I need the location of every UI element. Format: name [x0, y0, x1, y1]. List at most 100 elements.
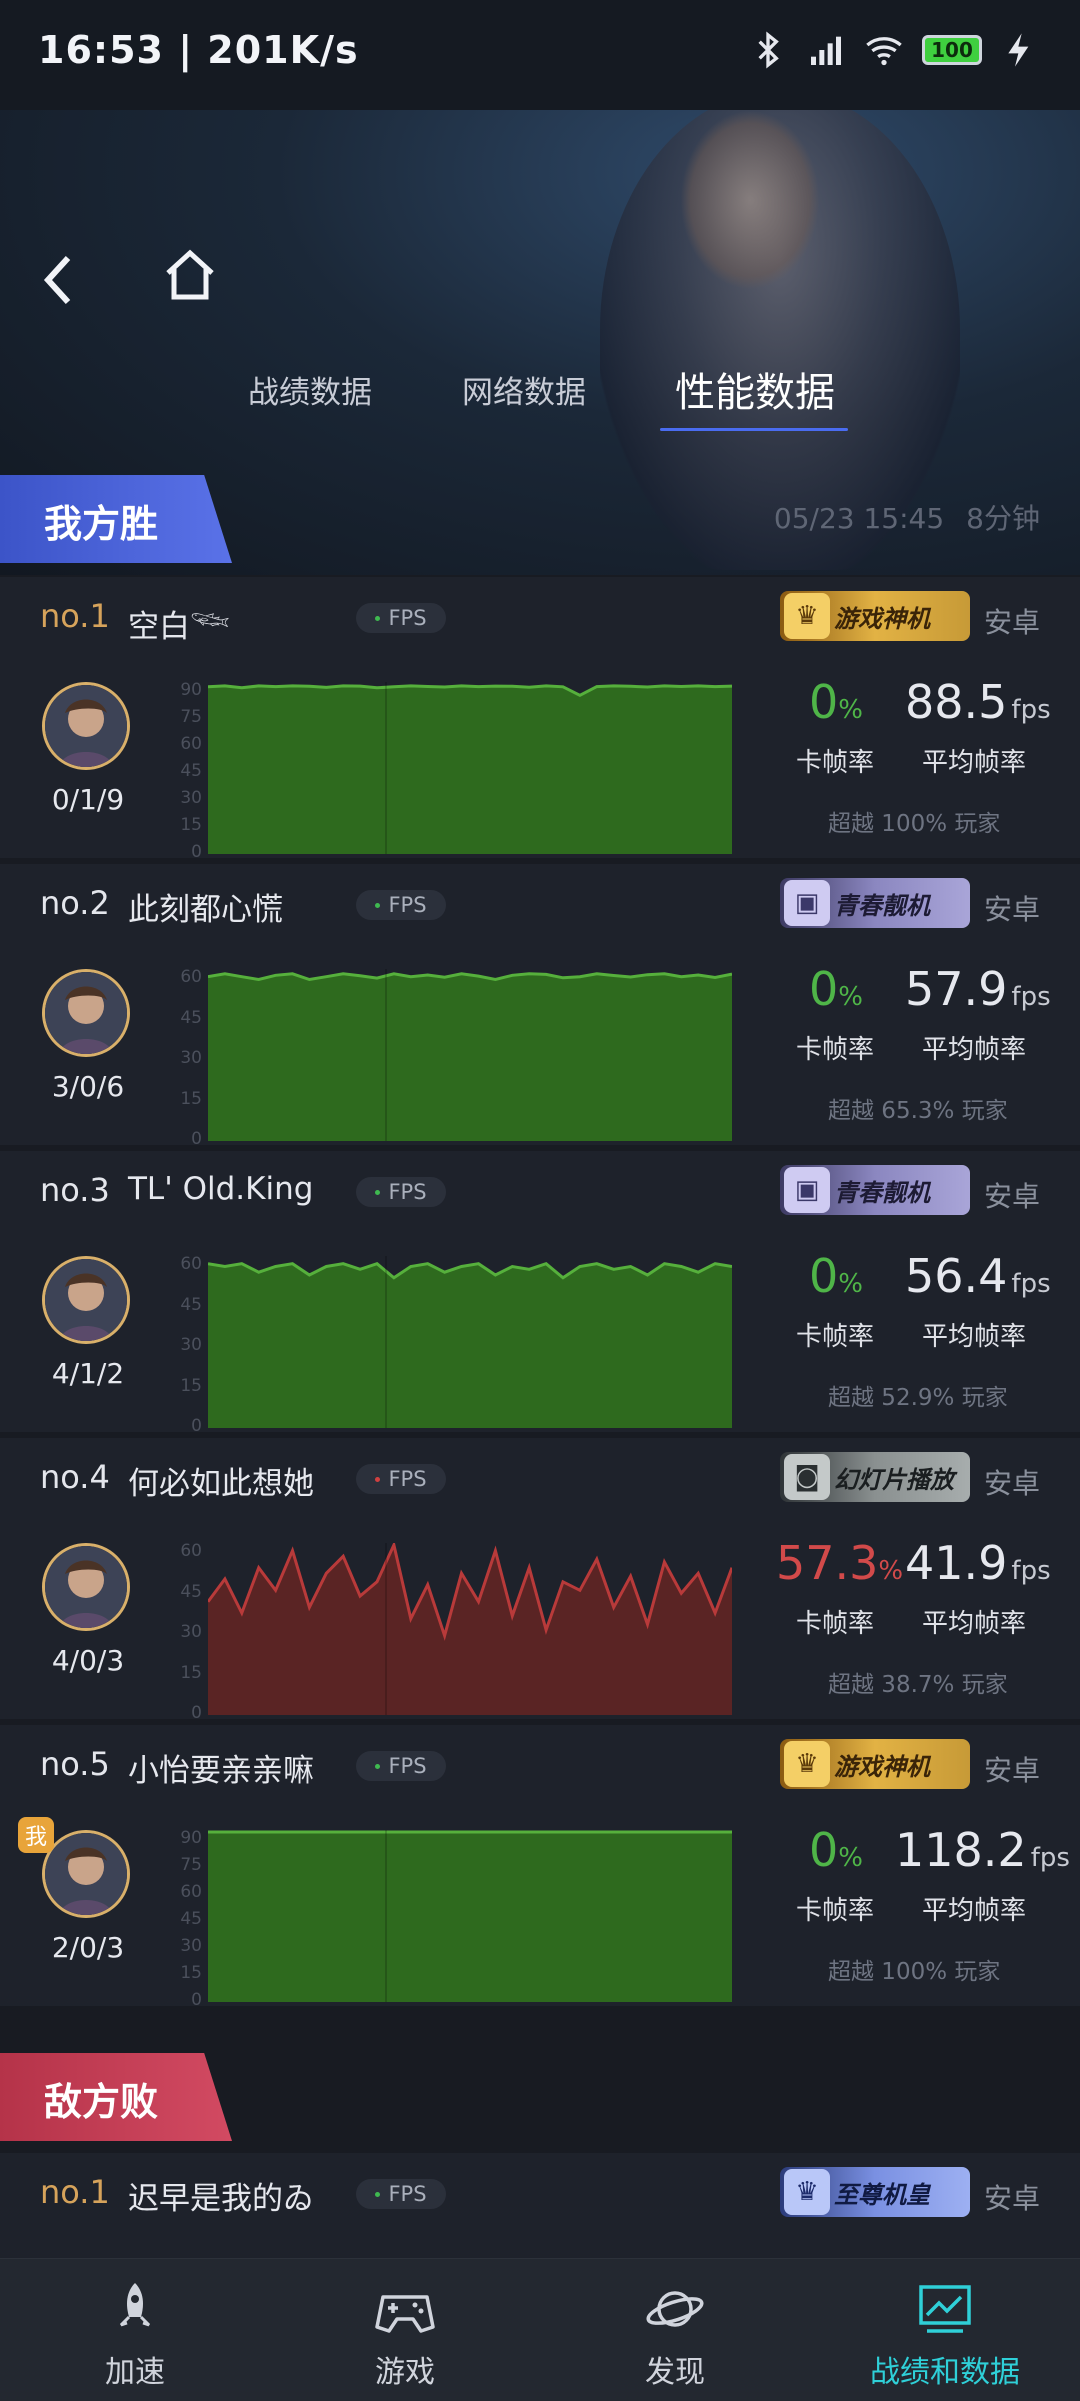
avg-fps-value: 56.4	[905, 1249, 1008, 1303]
y-tick-label: 60	[180, 734, 202, 754]
player-card[interactable]: no.2 此刻都心慌 FPS ▣ 青春靓机 安卓 3/0/6 60 45 30 15 0 …	[0, 864, 1080, 1149]
avatar[interactable]	[42, 1830, 130, 1918]
lose-team-label: 敌方败	[44, 2080, 159, 2124]
nav-discover[interactable]: 发现	[540, 2259, 810, 2401]
wifi-icon	[866, 37, 902, 66]
avg-fps-label: 平均帧率	[922, 748, 1027, 778]
device-badge-label: 游戏神机	[834, 1752, 930, 1781]
player-name: 空白𓆝	[128, 609, 231, 645]
platform-label: 安卓	[983, 893, 1040, 926]
status-icons: 100	[748, 30, 1040, 70]
stutter-label: 卡帧率	[796, 748, 875, 778]
avatar[interactable]	[42, 969, 130, 1057]
y-tick-label: 45	[180, 761, 202, 781]
fps-chart-plot	[208, 1830, 732, 2002]
fps-pill-label: FPS	[388, 606, 427, 630]
y-tick-label: 15	[180, 1663, 202, 1683]
y-tick-label: 30	[180, 788, 202, 808]
fps-chart-plot	[208, 1256, 732, 1428]
fps-area	[208, 685, 732, 854]
fps-chart-plot	[208, 1543, 732, 1715]
y-tick-label: 0	[191, 842, 202, 862]
avg-fps-label: 平均帧率	[922, 1609, 1027, 1639]
y-tick-label: 60	[180, 1541, 202, 1561]
stutter-unit: %	[878, 1556, 904, 1586]
stutter-rate: 57.3%	[776, 1536, 903, 1590]
nav-games[interactable]: 游戏	[270, 2259, 540, 2401]
avatar[interactable]	[42, 1256, 130, 1344]
fps-dot	[375, 615, 381, 621]
avg-fps-unit: fps	[1011, 1556, 1051, 1586]
device-badge: ♛ 至尊机皇	[780, 2167, 970, 2217]
enemy-player-card[interactable]: no.1 迟早是我的ゐ FPS ♛ 至尊机皇 安卓	[0, 2153, 1080, 2258]
avatar[interactable]	[42, 682, 130, 770]
player-card[interactable]: no.3 TL' Old.King FPS ▣ 青春靓机 安卓 4/1/2 60 4…	[0, 1151, 1080, 1436]
beat-percentile: 超越 65.3% 玩家	[828, 1098, 1008, 1124]
back-icon[interactable]	[38, 250, 78, 310]
y-tick-label: 0	[191, 1416, 202, 1436]
avg-fps: 88.5 fps	[905, 675, 1051, 729]
player-name: TL' Old.King	[128, 1171, 314, 1207]
status-bar: 16:53 | 201K/s 100	[0, 0, 1080, 110]
stutter-value: 0	[809, 1249, 839, 1303]
fps-pill: FPS	[356, 1464, 446, 1494]
device-badge-label: 游戏神机	[834, 604, 930, 633]
fps-pill-label: FPS	[388, 1180, 427, 1204]
active-tab-indicator	[660, 428, 848, 431]
stutter-value: 57.3	[776, 1536, 879, 1590]
avg-fps: 118.2 fps	[895, 1823, 1070, 1877]
kda-score: 4/0/3	[51, 1644, 125, 1677]
tab-network-data[interactable]: 网络数据	[462, 367, 586, 412]
device-badge-icon: ◙	[784, 1454, 830, 1500]
y-tick-label: 90	[180, 680, 202, 700]
player-card[interactable]: no.5 小怡要亲亲嘛 FPS ♛ 游戏神机 安卓 我 2/0/3 90 75 60 4…	[0, 1725, 1080, 2010]
y-tick-label: 15	[180, 1089, 202, 1109]
device-badge-label: 至尊机皇	[834, 2180, 930, 2209]
avg-fps: 57.9 fps	[905, 962, 1051, 1016]
tab-performance-data[interactable]: 性能数据	[675, 360, 835, 418]
device-badge-label: 青春靓机	[834, 1178, 930, 1207]
avg-fps-value: 57.9	[905, 962, 1008, 1016]
device-badge-icon: ▣	[784, 1167, 830, 1213]
player-rank: no.1	[40, 597, 110, 635]
nav-accelerate[interactable]: 加速	[0, 2259, 270, 2401]
stutter-unit: %	[838, 1269, 863, 1299]
y-tick-label: 75	[180, 1855, 202, 1875]
beat-percentile: 超越 100% 玩家	[828, 1959, 1001, 1985]
nav-accelerate-label: 加速	[105, 2355, 165, 2390]
match-date: 05/23 15:45	[773, 502, 945, 535]
beat-percentile: 超越 52.9% 玩家	[828, 1385, 1008, 1411]
home-icon[interactable]	[160, 245, 220, 305]
avg-fps-unit: fps	[1011, 695, 1051, 725]
device-badge-label: 幻灯片播放	[834, 1465, 954, 1494]
nav-games-label: 游戏	[375, 2355, 435, 2390]
y-tick-label: 15	[180, 815, 202, 835]
avatar[interactable]	[42, 1543, 130, 1631]
rocket-icon	[119, 2283, 151, 2327]
y-tick-label: 60	[180, 1882, 202, 1902]
stutter-label: 卡帧率	[796, 1896, 875, 1926]
platform-label: 安卓	[983, 1467, 1040, 1500]
nav-stats-label: 战绩和数据	[870, 2355, 1020, 2390]
planet-icon	[646, 2291, 704, 2327]
stutter-unit: %	[838, 1843, 863, 1873]
fps-pill-label: FPS	[388, 893, 427, 917]
avg-fps-value: 118.2	[895, 1823, 1027, 1877]
fps-chart: 60 45 30 15 0	[166, 1254, 746, 1436]
player-card[interactable]: no.1 空白𓆝 FPS ♛ 游戏神机 安卓 0/1/9 90 75 60 45 30 15…	[0, 577, 1080, 862]
y-tick-label: 45	[180, 1008, 202, 1028]
player-rank: no.3	[40, 1171, 110, 1209]
player-card[interactable]: no.4 何必如此想她 FPS ◙ 幻灯片播放 安卓 4/0/3 60 45 30 15…	[0, 1438, 1080, 1723]
kda-score: 0/1/9	[51, 783, 125, 816]
device-badge-icon: ♛	[784, 1741, 830, 1787]
stutter-value: 0	[809, 675, 839, 729]
fps-pill: FPS	[356, 603, 446, 633]
tab-bar: 战绩数据 网络数据 性能数据	[0, 355, 1080, 435]
tab-battle-data[interactable]: 战绩数据	[248, 367, 372, 412]
fps-dot	[375, 1763, 381, 1769]
device-badge: ◙ 幻灯片播放	[780, 1452, 970, 1502]
device-badge-icon: ♛	[784, 2169, 830, 2215]
beat-percentile: 超越 38.7% 玩家	[828, 1672, 1008, 1698]
bluetooth-icon	[758, 31, 779, 69]
nav-stats[interactable]: 战绩和数据	[810, 2259, 1080, 2401]
